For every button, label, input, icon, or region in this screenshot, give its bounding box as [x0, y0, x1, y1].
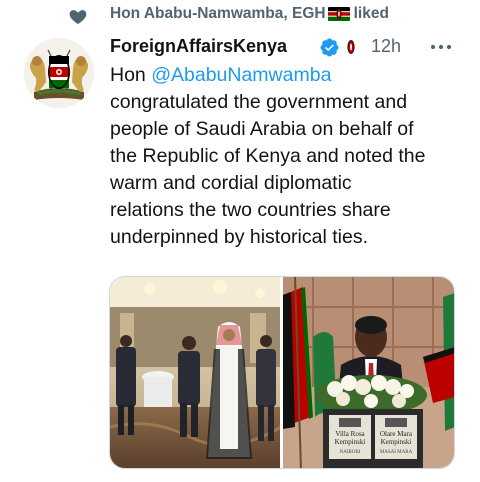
podium-sign-right-brand-2: Kempinski [381, 438, 412, 446]
mention-link[interactable]: @AbabuNamwamba [151, 64, 331, 86]
coat-of-arms-logo [24, 38, 94, 108]
podium-sign-right-city: MASAI MARA [380, 450, 413, 455]
more-horizontal-icon[interactable] [429, 43, 453, 51]
kenya-flag-icon [327, 7, 350, 21]
tweet-text-line: relations the two countries share [110, 199, 391, 221]
podium-sign-left-brand-2: Kempinski [335, 438, 366, 446]
podium-sign-left-city: NAIROBI [340, 450, 361, 455]
kenya-flag-icon [347, 40, 355, 54]
podium-sign-right-brand: Olare Mara [380, 430, 413, 438]
heart-icon [69, 10, 87, 24]
tweet-text-line: the Republic of Kenya and noted the [110, 145, 426, 167]
podium-sign-left-brand: Villa Rosa [335, 430, 365, 438]
author-name[interactable]: ForeignAffairsKenya [110, 36, 287, 57]
liker-name[interactable]: Hon Ababu-Namwamba, EGH [110, 5, 326, 23]
tweet-header: ForeignAffairsKenya 12h [110, 34, 460, 60]
tweet-text: Hon @AbabuNamwamba congratulated the gov… [110, 62, 465, 251]
avatar[interactable] [24, 38, 94, 108]
social-context-text[interactable]: Hon Ababu-Namwamba, EGH liked [110, 5, 389, 23]
tweet-text-line: people of Saudi Arabia on behalf of [110, 118, 414, 140]
tweet-text-line: underpinned by historical ties. [110, 226, 368, 248]
tweet-text-prefix: Hon [110, 64, 152, 86]
tweet-text-line: Hon @AbabuNamwamba [110, 62, 465, 89]
timestamp[interactable]: 12h [371, 36, 401, 57]
verified-badge-icon[interactable] [319, 37, 340, 58]
tweet-text-line: congratulated the government and [110, 91, 408, 113]
podium-photo[interactable]: Villa Rosa Kempinski NAIROBI Olare Mara … [283, 277, 454, 468]
social-action: liked [353, 5, 389, 22]
tweet-text-line: warm and cordial diplomatic [110, 172, 352, 194]
media-grid: Villa Rosa Kempinski NAIROBI Olare Mara … [109, 276, 455, 469]
reception-photo[interactable] [110, 277, 281, 468]
